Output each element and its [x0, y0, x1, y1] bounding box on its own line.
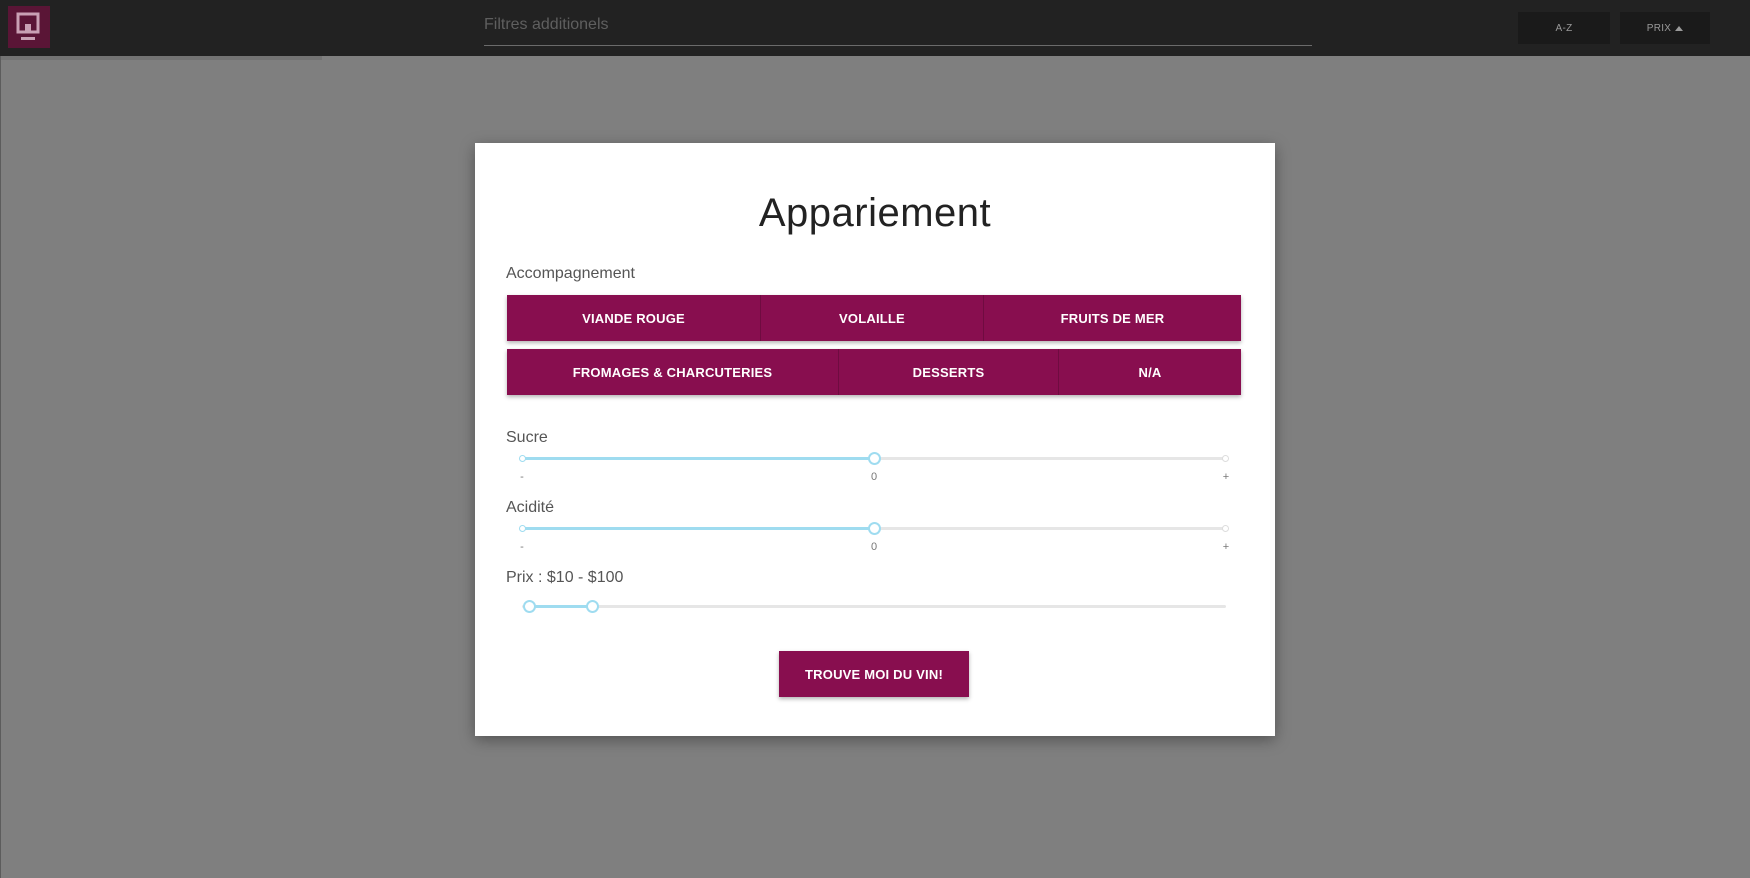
acidite-min-label: -: [520, 541, 524, 553]
sort-prix-label: PRIX: [1646, 22, 1672, 34]
sidebar-edge: [0, 56, 322, 60]
sucre-max-dot: [1222, 455, 1229, 462]
food-row-1: VIANDE ROUGE VOLAILLE FRUITS DE MER: [507, 295, 1241, 341]
sort-prix-button[interactable]: PRIX: [1620, 12, 1710, 44]
sucre-handle[interactable]: [868, 452, 881, 465]
pairing-modal: Appariement Accompagnement VIANDE ROUGE …: [475, 143, 1275, 736]
prix-slider[interactable]: [522, 599, 1226, 613]
sucre-min-label: -: [520, 471, 524, 483]
na-button[interactable]: N/A: [1059, 349, 1241, 395]
acidite-handle[interactable]: [868, 522, 881, 535]
prix-high-handle[interactable]: [586, 600, 600, 613]
caret-up-icon: [1675, 25, 1684, 31]
sort-az-label: A-Z: [1555, 22, 1573, 34]
acidite-mid-label: 0: [870, 541, 878, 553]
sort-az-button[interactable]: A-Z: [1518, 12, 1610, 44]
sucre-max-label: +: [1222, 471, 1230, 483]
sucre-mid-label: 0: [870, 471, 878, 483]
app-logo[interactable]: [8, 6, 50, 48]
desserts-button[interactable]: DESSERTS: [839, 349, 1059, 395]
acidite-slider[interactable]: [519, 521, 1229, 535]
sucre-min-dot: [519, 455, 526, 462]
acidite-min-dot: [519, 525, 526, 532]
modal-title: Appariement: [758, 191, 992, 235]
fruits-de-mer-button[interactable]: FRUITS DE MER: [984, 295, 1241, 341]
find-wine-button[interactable]: TROUVE MOI DU VIN!: [779, 651, 969, 697]
prix-track: [522, 605, 1226, 608]
wine-glass-icon: [16, 12, 40, 40]
acidite-label: Acidité: [506, 499, 555, 516]
volaille-button[interactable]: VOLAILLE: [761, 295, 984, 341]
sucre-fill: [522, 457, 874, 460]
prix-label: Prix : $10 - $100: [506, 569, 624, 586]
accompagnement-label: Accompagnement: [506, 265, 635, 282]
viande-rouge-button[interactable]: VIANDE ROUGE: [507, 295, 761, 341]
filter-input[interactable]: [484, 10, 1312, 46]
acidite-max-label: +: [1222, 541, 1230, 553]
sucre-label: Sucre: [506, 429, 548, 446]
prix-fill: [529, 605, 593, 608]
food-row-2: FROMAGES & CHARCUTERIES DESSERTS N/A: [507, 349, 1241, 395]
top-bar: A-Z PRIX: [0, 0, 1750, 56]
fromages-button[interactable]: FROMAGES & CHARCUTERIES: [507, 349, 839, 395]
prix-low-handle[interactable]: [523, 600, 537, 613]
acidite-fill: [522, 527, 874, 530]
sucre-slider[interactable]: [519, 451, 1229, 465]
acidite-max-dot: [1222, 525, 1229, 532]
left-divider: [0, 56, 1, 878]
